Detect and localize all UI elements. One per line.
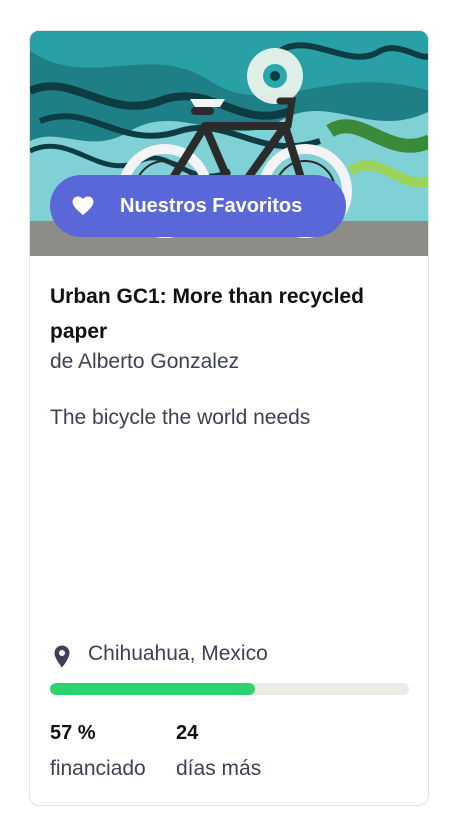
funded-percent: 57 %	[50, 722, 96, 744]
favorites-badge[interactable]: Nuestros Favoritos	[50, 175, 346, 237]
heart-icon	[72, 196, 94, 216]
project-author[interactable]: de Alberto Gonzalez	[50, 350, 239, 374]
project-location[interactable]: Chihuahua, Mexico	[54, 639, 268, 668]
days-left-stat: 24 días más	[176, 721, 261, 781]
days-left-label: días más	[176, 757, 262, 780]
funded-stat: 57 % financiado	[50, 721, 146, 781]
project-image[interactable]: Nuestros Favoritos	[30, 31, 428, 256]
funding-progress-bar	[50, 683, 409, 695]
project-blurb: The bicycle the world needs	[50, 406, 311, 429]
funded-label: financiado	[50, 757, 146, 780]
map-pin-icon	[54, 645, 70, 668]
funding-progress-fill	[50, 683, 255, 695]
days-left-value: 24	[176, 722, 199, 744]
project-title[interactable]: Urban GC1: More than recycled paper	[50, 279, 420, 349]
favorites-badge-label: Nuestros Favoritos	[120, 194, 303, 217]
project-card[interactable]: Nuestros Favoritos Urban GC1: More than …	[29, 30, 429, 806]
location-label: Chihuahua, Mexico	[88, 641, 268, 665]
